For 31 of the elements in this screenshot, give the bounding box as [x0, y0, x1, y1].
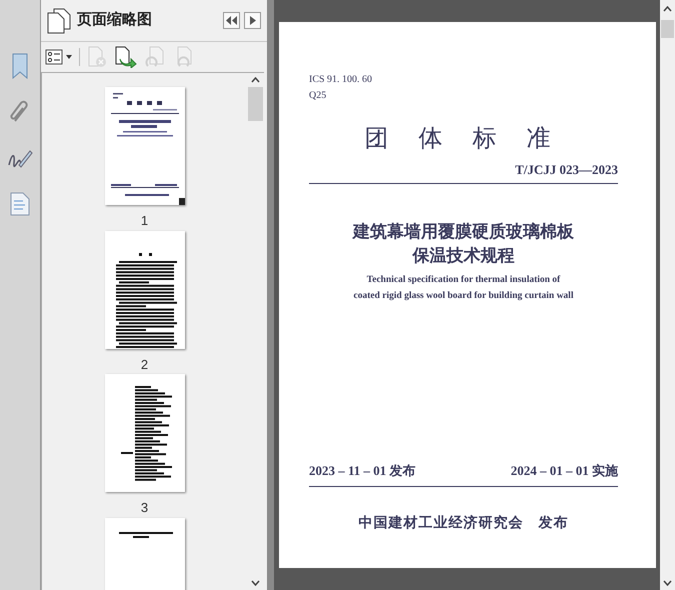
chevron-down-icon[interactable]: [251, 580, 260, 586]
panel-title: 页面缩略图: [77, 10, 153, 30]
double-left-triangle-icon: [226, 16, 237, 25]
standard-heading: 团 体 标 准: [364, 125, 564, 154]
page-number: 2: [140, 356, 148, 374]
page-thumbnail[interactable]: [104, 374, 184, 492]
publisher: 中国建材工业经济研究会 发布: [358, 514, 570, 533]
english-title: Technical specification for thermal insulation of: [366, 274, 562, 286]
insert-page-icon[interactable]: [114, 45, 138, 69]
right-triangle-icon: [250, 16, 256, 25]
page-thumbnail[interactable]: [104, 87, 184, 205]
page-number: 3: [140, 499, 148, 517]
classification-code: Q25: [309, 89, 328, 103]
issue-date: 2023 – 11 – 01 发布: [309, 462, 416, 480]
chevron-up-icon[interactable]: [663, 6, 672, 12]
effective-date: 2024 – 01 – 01 实施: [510, 462, 618, 480]
pages-icon: [47, 8, 71, 34]
collapse-button[interactable]: [223, 12, 240, 29]
chevron-down-icon[interactable]: [663, 580, 672, 586]
document-title: 建筑幕墙用覆膜硬质玻璃棉板: [351, 220, 575, 242]
document-title: 保温技术规程: [411, 244, 516, 266]
expand-button[interactable]: [244, 12, 261, 29]
page-thumbnail[interactable]: [104, 230, 184, 348]
chevron-up-icon[interactable]: [251, 77, 260, 83]
page-number: 1: [140, 212, 148, 230]
scrollbar[interactable]: [660, 0, 675, 590]
scrollbar-thumb[interactable]: [661, 20, 674, 38]
english-title: coated rigid glass wool board for building curtain wall: [352, 290, 574, 302]
scrollbar-thumb[interactable]: [248, 87, 263, 121]
standard-number: T/JCJJ 023—2023: [514, 161, 618, 179]
ics-code: ICS 91. 100. 60: [309, 73, 374, 87]
